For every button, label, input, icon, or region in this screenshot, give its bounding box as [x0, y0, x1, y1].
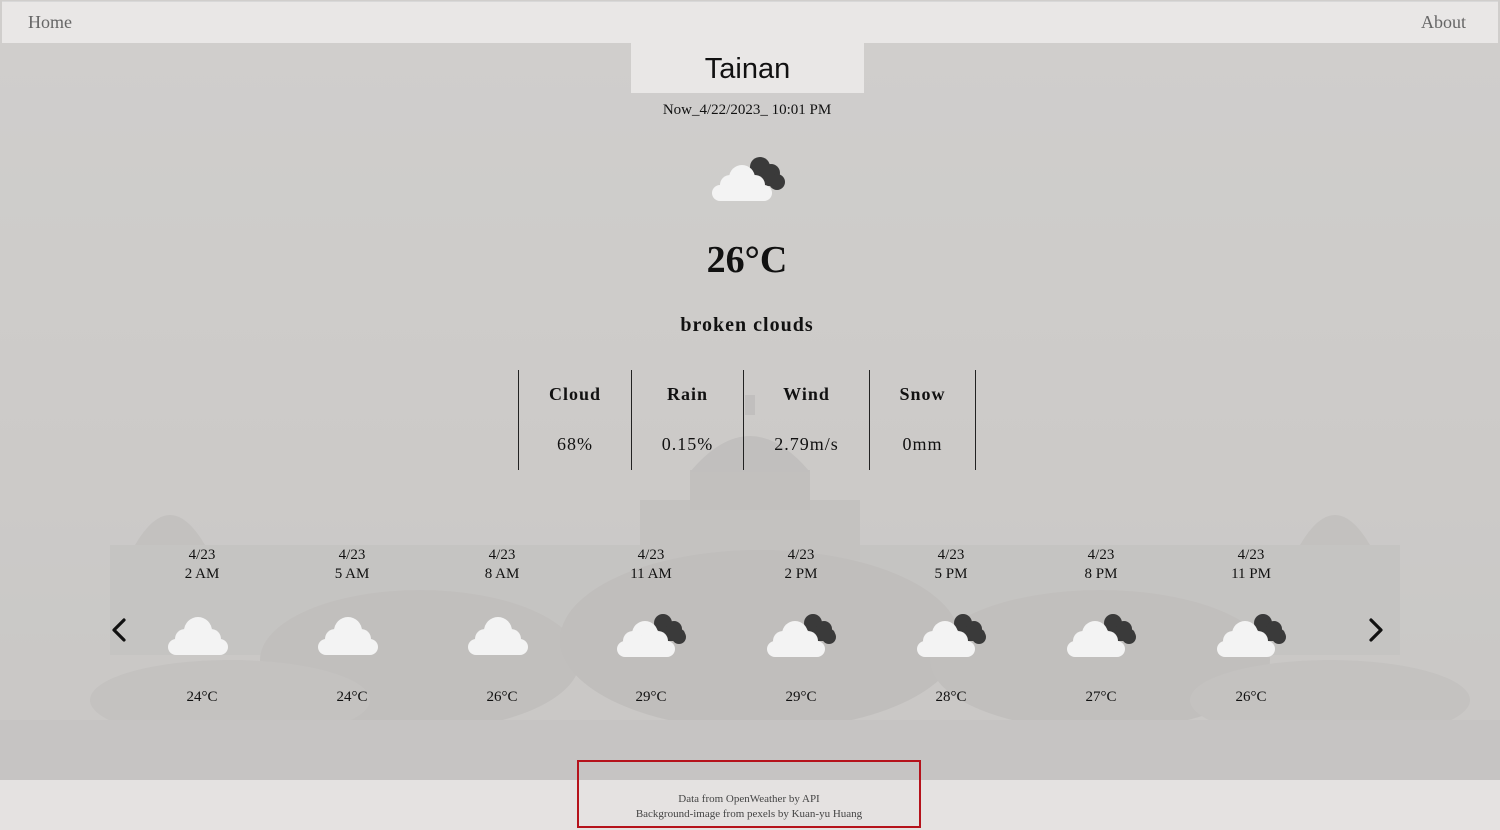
- forecast-temperature: 27°C: [1085, 689, 1117, 705]
- broken-clouds-icon: [1217, 614, 1286, 657]
- forecast-date: 4/23: [1237, 547, 1265, 563]
- stat-rain: Rain 0.15%: [632, 370, 743, 470]
- chevron-right-icon[interactable]: [1364, 616, 1388, 644]
- stat-snow: Snow 0mm: [870, 370, 975, 470]
- forecast-temperature: 29°C: [785, 689, 817, 705]
- forecast-time: 8 PM: [1084, 566, 1118, 582]
- stat-cloud: Cloud 68%: [519, 370, 631, 470]
- credit-background: Background-image from pexels by Kuan-yu …: [635, 808, 863, 820]
- forecast-item: 4/23 5 PM 28°C: [896, 546, 1006, 706]
- city-title: Tainan: [631, 42, 864, 93]
- about-link[interactable]: About: [1421, 12, 1466, 33]
- chevron-left-icon[interactable]: [107, 616, 131, 644]
- stats-divider: [975, 370, 976, 470]
- current-temperature: 26°C: [706, 239, 788, 281]
- cloud-icon: [468, 617, 528, 655]
- forecast-time: 2 PM: [784, 566, 818, 582]
- broken-clouds-night-icon: [712, 157, 785, 201]
- broken-clouds-icon: [617, 614, 686, 657]
- forecast-time: 11 AM: [630, 566, 672, 582]
- forecast-date: 4/23: [637, 547, 665, 563]
- forecast-date: 4/23: [787, 547, 815, 563]
- stat-label: Cloud: [548, 384, 602, 404]
- stat-value: 0.15%: [661, 434, 714, 454]
- forecast-temperature: 26°C: [1235, 689, 1267, 705]
- forecast-item: 4/23 8 AM 26°C: [447, 546, 557, 706]
- cloud-icon: [318, 617, 378, 655]
- weather-description: broken clouds: [680, 314, 814, 336]
- forecast-item: 4/23 11 AM 29°C: [596, 546, 706, 706]
- forecast-item: 4/23 2 AM 24°C: [147, 546, 257, 706]
- broken-clouds-icon: [767, 614, 836, 657]
- forecast-date: 4/23: [188, 547, 216, 563]
- forecast-item: 4/23 11 PM 26°C: [1196, 546, 1306, 706]
- forecast-time: 8 AM: [484, 566, 520, 582]
- credit-data-source: Data from OpenWeather by API: [678, 793, 820, 805]
- home-link[interactable]: Home: [28, 12, 72, 33]
- forecast-item: 4/23 8 PM 27°C: [1046, 546, 1156, 706]
- forecast-time: 11 PM: [1231, 566, 1271, 582]
- credit-box: Data from OpenWeather by API Background-…: [577, 760, 921, 828]
- cloud-icon: [168, 617, 228, 655]
- stat-value: 2.79m/s: [774, 434, 839, 454]
- stat-value: 0mm: [902, 434, 943, 454]
- forecast-item: 4/23 2 PM 29°C: [746, 546, 856, 706]
- forecast-temperature: 24°C: [186, 689, 218, 705]
- forecast-temperature: 26°C: [486, 689, 518, 705]
- forecast-date: 4/23: [338, 547, 366, 563]
- stat-wind: Wind 2.79m/s: [744, 370, 869, 470]
- stat-label: Wind: [783, 384, 830, 404]
- top-nav: Home About: [2, 1, 1498, 43]
- forecast-date: 4/23: [488, 547, 516, 563]
- broken-clouds-icon: [1067, 614, 1136, 657]
- stat-label: Rain: [666, 384, 708, 404]
- forecast-date: 4/23: [1087, 547, 1115, 563]
- stat-value: 68%: [557, 434, 593, 454]
- forecast-item: 4/23 5 AM 24°C: [297, 546, 407, 706]
- forecast-date: 4/23: [937, 547, 965, 563]
- forecast-temperature: 28°C: [935, 689, 967, 705]
- forecast-time: 5 PM: [934, 566, 968, 582]
- forecast-time: 2 AM: [184, 566, 220, 582]
- forecast-temperature: 29°C: [635, 689, 667, 705]
- broken-clouds-icon: [917, 614, 986, 657]
- current-datetime: Now_4/22/2023_ 10:01 PM: [662, 102, 832, 118]
- stat-label: Snow: [899, 384, 946, 404]
- forecast-time: 5 AM: [334, 566, 370, 582]
- forecast-temperature: 24°C: [336, 689, 368, 705]
